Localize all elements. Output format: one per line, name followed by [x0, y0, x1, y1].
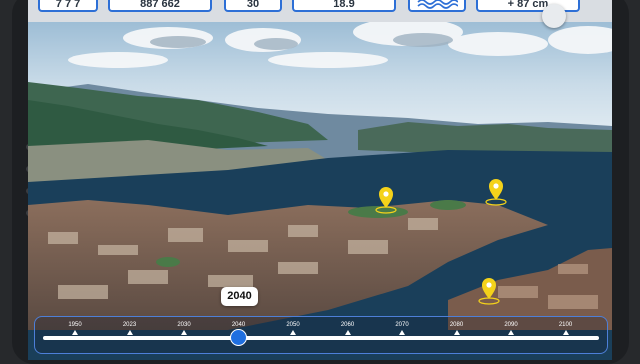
year-tick-label[interactable]: 2023: [115, 322, 145, 328]
year-tick-mark: [508, 330, 514, 335]
location-pin-icon[interactable]: [478, 275, 500, 305]
year-tick-mark: [453, 330, 460, 335]
year-tick-mark: [399, 330, 405, 335]
year-tick-mark: [290, 330, 296, 335]
city-aerial-view[interactable]: [28, 0, 612, 360]
app-screen: 7 7 7 887 662 30 18.9 + 87 cm 2040 1950 2…: [28, 0, 612, 360]
stat-value[interactable]: 887 662: [108, 0, 212, 12]
stat-population[interactable]: 7 7 7: [38, 0, 98, 12]
year-tick-mark: [72, 330, 78, 335]
year-tick-mark: [126, 330, 133, 335]
slider-track[interactable]: [43, 336, 599, 340]
year-tick-label[interactable]: 2100: [551, 322, 581, 328]
year-tick-mark: [562, 330, 569, 335]
year-tick-label[interactable]: 2070: [387, 322, 417, 328]
year-tick-label[interactable]: 2030: [169, 322, 199, 328]
stats-bar: 7 7 7 887 662 30 18.9 + 87 cm: [28, 0, 612, 22]
year-tick-label[interactable]: 2040: [224, 322, 254, 328]
year-timeline-slider[interactable]: 1950 2023 2030 2040 2050 2060 2070 2080 2090 2100: [34, 316, 608, 354]
year-tick-label[interactable]: 2080: [442, 322, 472, 328]
location-pin-icon[interactable]: [485, 176, 507, 206]
year-tick-label[interactable]: 2060: [333, 322, 363, 328]
year-tick-mark: [181, 330, 187, 335]
menu-toggle-button[interactable]: [542, 4, 566, 28]
year-tick-label[interactable]: 2050: [278, 322, 308, 328]
slider-thumb[interactable]: [230, 329, 247, 346]
stat-count[interactable]: 30: [224, 0, 282, 12]
selected-year-tooltip: 2040: [221, 287, 258, 306]
year-tick-label[interactable]: 2090: [496, 322, 526, 328]
year-tick-label[interactable]: 1950: [60, 322, 90, 328]
location-pin-icon[interactable]: [375, 184, 397, 214]
stat-temperature[interactable]: 18.9: [292, 0, 396, 12]
year-tick-mark: [344, 330, 351, 335]
stat-sea-level-indicator[interactable]: [408, 0, 466, 12]
sea-waves-icon: [417, 0, 459, 9]
